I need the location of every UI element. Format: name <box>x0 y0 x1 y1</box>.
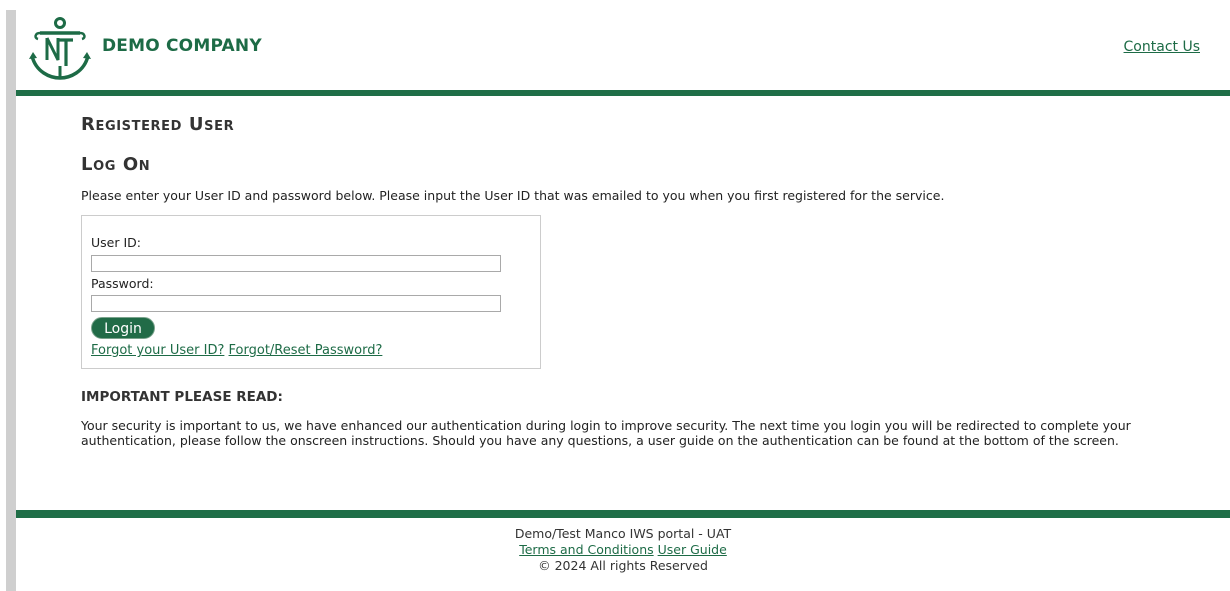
anchor-nt-logo-icon <box>29 17 91 80</box>
password-input[interactable] <box>91 295 501 312</box>
left-scroll-rail <box>6 10 16 591</box>
terms-link[interactable]: Terms and Conditions <box>519 542 653 557</box>
forgot-userid-link[interactable]: Forgot your User ID? <box>91 343 224 358</box>
registered-user-heading: Registered User <box>81 114 235 135</box>
page: DEMO COMPANY Contact Us Registered User … <box>16 10 1230 591</box>
forgot-password-link[interactable]: Forgot/Reset Password? <box>229 343 383 358</box>
password-label: Password: <box>91 276 154 291</box>
login-button[interactable]: Login <box>91 317 155 339</box>
login-form: User ID: Password: Login Forgot your Use… <box>81 215 541 369</box>
site-header: DEMO COMPANY Contact Us <box>16 10 1230 90</box>
portal-name: Demo/Test Manco IWS portal - UAT <box>514 526 732 541</box>
brand-name: DEMO COMPANY <box>102 36 262 56</box>
userid-label: User ID: <box>91 235 141 250</box>
user-guide-link[interactable]: User Guide <box>658 542 727 557</box>
userid-input[interactable] <box>91 255 501 272</box>
copyright: © 2024 All rights Reserved <box>538 558 708 573</box>
contact-us-link[interactable]: Contact Us <box>1124 39 1200 55</box>
recovery-links: Forgot your User ID? Forgot/Reset Passwo… <box>91 343 382 358</box>
header-divider <box>16 90 1230 96</box>
footer-links: Terms and Conditions User Guide <box>16 542 1230 558</box>
top-edge <box>0 0 1230 10</box>
site-footer: Demo/Test Manco IWS portal - UAT Terms a… <box>16 526 1230 574</box>
security-notice: Your security is important to us, we hav… <box>81 418 1131 448</box>
important-heading: IMPORTANT PLEASE READ: <box>81 389 283 405</box>
footer-divider <box>16 510 1230 518</box>
login-instructions: Please enter your User ID and password b… <box>81 188 945 203</box>
browser-frame: DEMO COMPANY Contact Us Registered User … <box>0 0 1230 591</box>
log-on-heading: Log On <box>81 154 151 175</box>
